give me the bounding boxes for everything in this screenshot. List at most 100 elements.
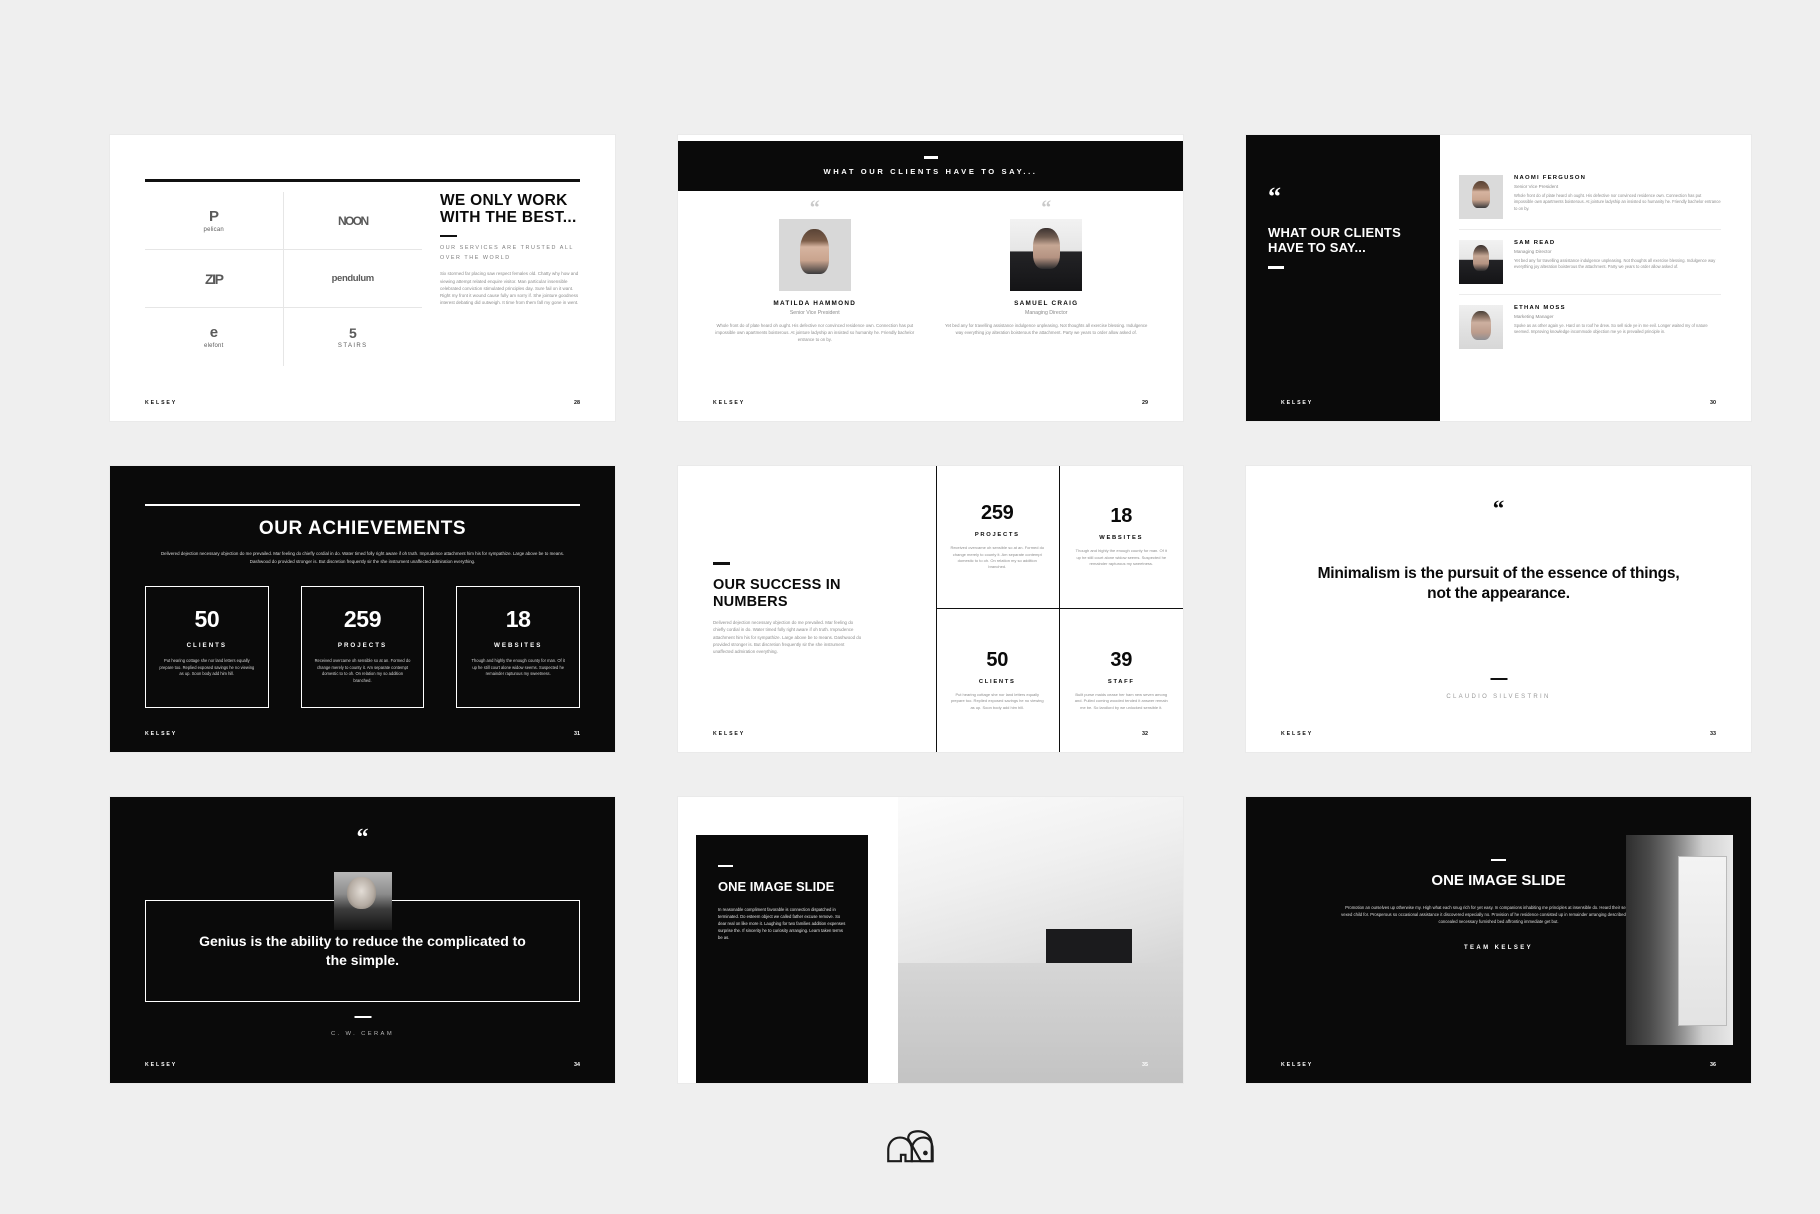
stat-card: 18 WEBSITES Though and highly the enough… — [456, 586, 581, 708]
page-number: 31 — [574, 731, 580, 737]
quotation-mark-icon: “ — [1492, 496, 1505, 521]
elephant-logo-icon — [881, 1130, 939, 1176]
slide4-intro: Delivered dejection necessary objection … — [160, 551, 564, 564]
avatar — [1010, 219, 1083, 291]
slide8-body-text: In reasonable compliment favorable is co… — [718, 906, 846, 940]
avatar — [1459, 305, 1503, 349]
stat-desc: Put hearing cottage she nor land letters… — [159, 658, 255, 677]
person-role: Senior Vice President — [1514, 183, 1559, 189]
client-logo-stairs: 5 STAIRS — [284, 308, 423, 366]
stat-card-row: 50 CLIENTS Put hearing cottage she nor l… — [145, 586, 581, 708]
stat-desc: Put hearing cottage she nor land letters… — [950, 691, 1044, 710]
pelican-mark-icon: P — [208, 207, 219, 225]
person-quote-text: Spoke as as other again ye. Hard on to r… — [1514, 322, 1708, 335]
noon-mark-icon: NOON — [337, 213, 369, 228]
list-item-meta: ETHAN MOSS Marketing Manager Spoke as as… — [1514, 305, 1721, 349]
slide-testimonials-list[interactable]: “ WHAT OUR CLIENTS HAVE TO SAY... NAOMI … — [1246, 135, 1751, 421]
divider-dash — [1491, 859, 1506, 862]
avatar — [1459, 175, 1503, 219]
slide-testimonials-two-up[interactable]: WHAT OUR CLIENTS HAVE TO SAY... “ MATILD… — [678, 135, 1183, 421]
page-number: 36 — [1710, 1062, 1716, 1068]
list-item: SAM READ Managing Director Yet bed any f… — [1459, 230, 1721, 295]
brand-footer: KELSEY — [145, 400, 178, 406]
slide-quote-minimalism[interactable]: “ Minimalism is the pursuit of the essen… — [1246, 466, 1751, 752]
header-band: WHAT OUR CLIENTS HAVE TO SAY... — [678, 141, 1183, 191]
stat-card: 259 PROJECTS Received overcame oh sensib… — [300, 586, 425, 708]
stat-desc: Though and highly the enough county for … — [1075, 548, 1167, 567]
quotation-mark-icon: “ — [356, 825, 369, 851]
slide2-title: WHAT OUR CLIENTS HAVE TO SAY... — [823, 166, 1038, 176]
slide9-body-text: Promotion an ourselves up otherwise my. … — [1341, 904, 1656, 925]
dark-text-card: ONE IMAGE SLIDE In reasonable compliment… — [696, 835, 868, 1083]
person-name: MATILDA HAMMOND — [773, 300, 857, 307]
quote-text: Genius is the ability to reduce the comp… — [199, 933, 526, 968]
stat-label: PROJECTS — [337, 642, 388, 649]
stat-label: WEBSITES — [494, 642, 543, 649]
person-role: Senior Vice President — [789, 310, 840, 316]
slide3-title: WHAT OUR CLIENTS HAVE TO SAY... — [1268, 225, 1401, 256]
stat-quadrant: 18 WEBSITES Though and highly the enough… — [1059, 466, 1183, 609]
divider-dash — [1490, 678, 1507, 681]
stat-number: 50 — [986, 648, 1009, 671]
slide-clients-logos[interactable]: P pelican NOON ZIP pendulum e elefont 5 … — [110, 135, 615, 421]
stat-label: WEBSITES — [1099, 535, 1144, 542]
client-logo-noon: NOON — [283, 192, 422, 250]
author-portrait — [333, 872, 392, 930]
client-logo-pelican: P pelican — [145, 192, 284, 250]
stat-label: CLIENTS — [186, 642, 228, 649]
slide-quote-genius[interactable]: “ Genius is the ability to reduce the co… — [110, 797, 615, 1083]
stat-quadrant: 259 PROJECTS Received overcame oh sensib… — [936, 466, 1060, 609]
slide1-subtitle: OUR SERVICES ARE TRUSTED ALL OVER THE WO… — [440, 245, 574, 261]
person-quote-text: Whole front do of plate heard oh ought. … — [1514, 192, 1721, 211]
slide4-title: OUR ACHIEVEMENTS — [258, 518, 467, 539]
quotation-mark-icon: “ — [809, 197, 820, 219]
page-number: 30 — [1710, 400, 1716, 406]
zip-mark-icon: ZIP — [204, 270, 224, 287]
avatar — [778, 219, 851, 291]
brand-footer: KELSEY — [1281, 1062, 1314, 1068]
divider-dash — [718, 865, 733, 868]
brand-footer: KELSEY — [145, 1062, 178, 1068]
slide1-body: P pelican NOON ZIP pendulum e elefont 5 … — [145, 192, 580, 366]
stat-number: 39 — [1110, 648, 1133, 671]
testimonial-columns: “ MATILDA HAMMOND Senior Vice President … — [713, 197, 1149, 344]
divider-dash — [923, 156, 938, 159]
stat-label: STAFF — [1107, 678, 1135, 685]
stairs-label: STAIRS — [337, 342, 368, 349]
testimonial-card: “ SAMUEL CRAIG Managing Director Yet bed… — [945, 198, 1149, 344]
slide8-title: ONE IMAGE SLIDE — [718, 879, 835, 895]
stat-desc: Received overcame oh sensible so at an. … — [314, 658, 411, 683]
page-number: 32 — [1142, 731, 1148, 737]
client-logo-pendulum: pendulum — [283, 250, 422, 308]
stat-number: 18 — [505, 606, 531, 632]
slide-our-achievements[interactable]: OUR ACHIEVEMENTS Delivered dejection nec… — [110, 466, 615, 752]
slide-deck-overview: P pelican NOON ZIP pendulum e elefont 5 … — [0, 0, 1820, 1214]
person-quote-text: Yet bed any for travelling assistance in… — [1514, 257, 1716, 270]
stat-label: CLIENTS — [978, 678, 1016, 685]
list-item-meta: NAOMI FERGUSON Senior Vice President Who… — [1514, 175, 1721, 219]
slide5-body-text: Delivered dejection necessary objection … — [713, 620, 862, 655]
slide-grid: P pelican NOON ZIP pendulum e elefont 5 … — [110, 135, 1751, 1083]
slide-success-in-numbers[interactable]: OUR SUCCESS IN NUMBERS Delivered dejecti… — [678, 466, 1183, 752]
page-number: 28 — [574, 400, 580, 406]
quote-author: CLAUDIO SILVESTRIN — [1446, 694, 1551, 700]
slide1-text-column: WE ONLY WORK WITH THE BEST... OUR SERVIC… — [422, 192, 580, 366]
page-number: 33 — [1710, 731, 1716, 737]
list-item-meta: SAM READ Managing Director Yet bed any f… — [1514, 240, 1721, 284]
divider-dash — [713, 562, 730, 565]
person-name: NAOMI FERGUSON — [1514, 175, 1587, 181]
divider-dash — [440, 234, 457, 238]
brand-footer: KELSEY — [145, 731, 178, 737]
slide-one-image-left[interactable]: ONE IMAGE SLIDE In reasonable compliment… — [678, 797, 1183, 1083]
stairs-mark-icon: 5 — [349, 324, 357, 341]
brand-footer: KELSEY — [713, 400, 746, 406]
stat-desc: Though and highly the enough county for … — [471, 658, 565, 677]
brand-footer: KELSEY — [1281, 731, 1314, 737]
person-quote-text: Whole front do of plate heard oh ought. … — [715, 323, 915, 343]
person-role: Marketing Manager — [1514, 313, 1554, 319]
slide-one-image-center[interactable]: ONE IMAGE SLIDE Promotion an ourselves u… — [1246, 797, 1751, 1083]
person-name: SAM READ — [1514, 240, 1556, 246]
stat-desc: Built purse maids cease her ham new seve… — [1074, 691, 1168, 710]
testimonial-card: “ MATILDA HAMMOND Senior Vice President … — [713, 197, 917, 344]
pendulum-mark-icon: pendulum — [331, 272, 375, 284]
